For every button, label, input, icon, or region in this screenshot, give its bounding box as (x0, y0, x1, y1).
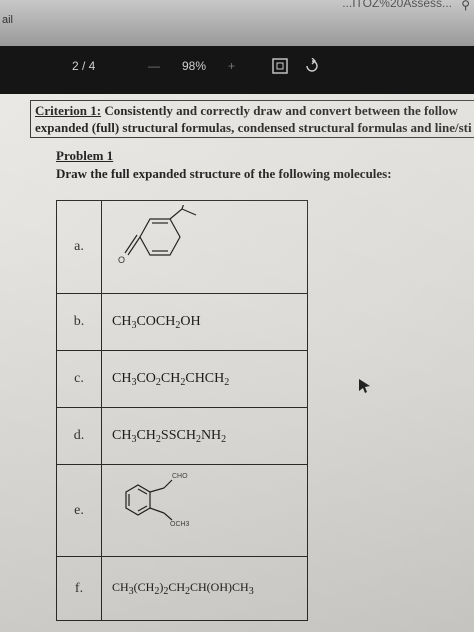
formula-c: CH3CO2CH2CHCH2 (101, 350, 308, 408)
table-row: d. CH3CH2SSCH2NH2 (56, 407, 308, 465)
row-label: a. (56, 200, 102, 294)
document-page: Criterion 1: Consistently and correctly … (0, 94, 474, 632)
criterion-line-1: Criterion 1: Consistently and correctly … (35, 103, 458, 119)
zoom-out-button[interactable]: — (148, 59, 160, 73)
mouse-cursor-icon (359, 379, 370, 393)
fit-page-icon[interactable] (272, 58, 288, 74)
row-label: d. (56, 407, 102, 465)
search-icon[interactable]: ⚲ (461, 0, 470, 12)
row-label: b. (56, 293, 102, 351)
row-label: c. (56, 350, 102, 408)
zoom-in-button[interactable]: + (228, 59, 235, 73)
table-row: e. CHO OCH3 (56, 464, 308, 557)
pdf-viewer-toolbar: 2 / 4 — 98% + (0, 46, 474, 94)
cho-label: CHO (172, 473, 188, 480)
formula-b: CH3COCH2OH (101, 293, 308, 351)
criterion-line-1-text: Consistently and correctly draw and conv… (101, 103, 458, 118)
browser-top-bar: ail ...ITOZ%20Assess... ⚲ (0, 0, 474, 46)
table-row: a. O (56, 200, 308, 294)
cyclohexadienone-structure: O (118, 202, 197, 265)
och3-label: OCH3 (170, 521, 190, 528)
problem-instruction: Draw the full expanded structure of the … (56, 166, 392, 181)
zoom-level: 98% (182, 59, 207, 73)
criterion-box: Criterion 1: Consistently and correctly … (30, 100, 474, 138)
row-label: e. (56, 464, 102, 557)
problem-title: Problem 1 (56, 148, 114, 163)
page-indicator[interactable]: 2 / 4 (72, 59, 95, 73)
tab-label[interactable]: ail (2, 14, 13, 26)
table-row: f. CH3(CH2)2CH2CH(OH)CH3 (56, 556, 308, 621)
criterion-line-2: expanded (full) structural formulas, con… (35, 120, 472, 135)
row-label: f. (56, 556, 102, 621)
formula-f: CH3(CH2)2CH2CH(OH)CH3 (101, 556, 308, 621)
oxygen-label: O (118, 255, 125, 265)
structure-e: CHO OCH3 (101, 464, 308, 557)
url-text[interactable]: ...ITOZ%20Assess... (342, 0, 452, 10)
benzene-structure: CHO OCH3 (125, 473, 190, 528)
structure-a: O (101, 200, 308, 294)
table-row: b. CH3COCH2OH (56, 293, 308, 351)
rotate-icon[interactable] (304, 58, 320, 74)
criterion-label: Criterion 1: (35, 103, 102, 118)
table-row: c. CH3CO2CH2CHCH2 (56, 350, 308, 408)
formula-d: CH3CH2SSCH2NH2 (101, 407, 308, 465)
molecule-table: a. O b. CH3COCH2OH c. CH3CO2CH2CHCH2 d. … (56, 200, 308, 621)
